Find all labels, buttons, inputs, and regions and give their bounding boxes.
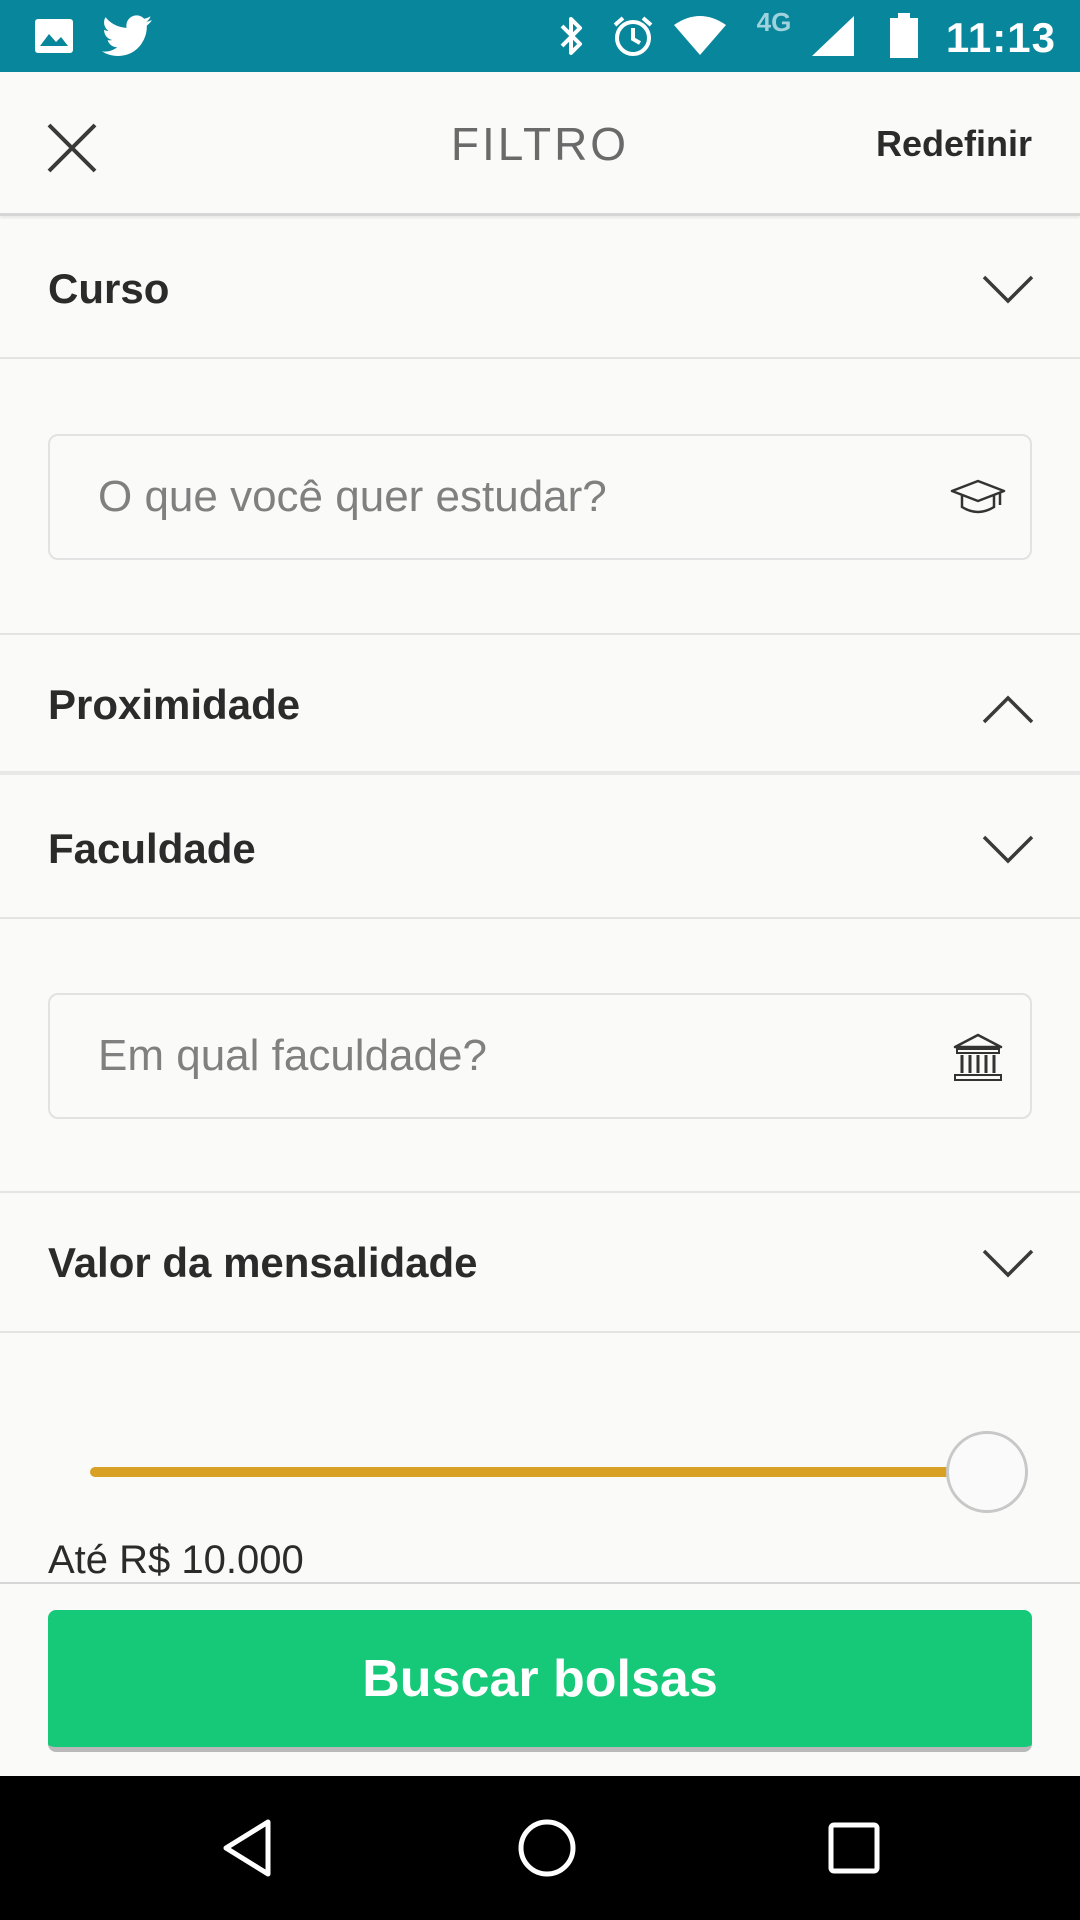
back-icon — [223, 1819, 271, 1877]
bluetooth-icon — [552, 0, 592, 72]
section-header-mensalidade[interactable]: Valor da mensalidade — [0, 1193, 1080, 1333]
network-type: 4G — [756, 6, 792, 37]
recents-icon — [828, 1822, 880, 1874]
status-bar: 4G 11:13 — [0, 0, 1080, 72]
bottom-action-area: Buscar bolsas — [0, 1582, 1080, 1776]
section-header-curso[interactable]: Curso — [0, 219, 1080, 359]
chevron-up-icon — [980, 685, 1036, 735]
price-slider-track[interactable] — [90, 1467, 990, 1477]
battery-icon — [886, 0, 922, 72]
app-bar: FILTRO Redefinir — [0, 72, 1080, 216]
section-title-curso: Curso — [48, 265, 170, 312]
institution-icon — [948, 1028, 1008, 1088]
price-value-label: Até R$ 10.000 — [48, 1538, 304, 1582]
section-header-faculdade[interactable]: Faculdade — [0, 779, 1080, 919]
section-title-proximidade: Proximidade — [48, 681, 301, 728]
close-icon — [47, 123, 97, 173]
back-button[interactable] — [203, 1803, 293, 1893]
navigation-bar — [0, 1776, 1080, 1920]
section-title-faculdade: Faculdade — [48, 825, 256, 872]
course-search-field[interactable] — [48, 434, 1032, 560]
course-search-input[interactable] — [98, 436, 918, 558]
recents-button[interactable] — [809, 1803, 899, 1893]
chevron-down-icon — [980, 824, 1036, 874]
home-button[interactable] — [502, 1803, 592, 1893]
chevron-down-icon — [980, 264, 1036, 314]
search-scholarships-button[interactable]: Buscar bolsas — [48, 1610, 1032, 1752]
section-header-proximidade[interactable]: Proximidade — [0, 635, 1080, 775]
image-icon — [30, 0, 78, 72]
close-button[interactable] — [40, 116, 104, 180]
college-search-input[interactable] — [98, 995, 918, 1117]
chevron-down-icon — [980, 1238, 1036, 1288]
college-search-field[interactable] — [48, 993, 1032, 1119]
twitter-icon — [100, 0, 154, 72]
home-icon — [518, 1819, 576, 1877]
alarm-icon — [608, 0, 658, 72]
section-title-mensalidade: Valor da mensalidade — [48, 1239, 478, 1286]
price-slider-handle[interactable] — [946, 1431, 1028, 1513]
reset-button[interactable]: Redefinir — [876, 72, 1032, 216]
signal-icon — [808, 0, 858, 72]
wifi-icon — [672, 0, 728, 72]
status-time: 11:13 — [945, 14, 1056, 61]
graduation-cap-icon — [948, 469, 1008, 529]
